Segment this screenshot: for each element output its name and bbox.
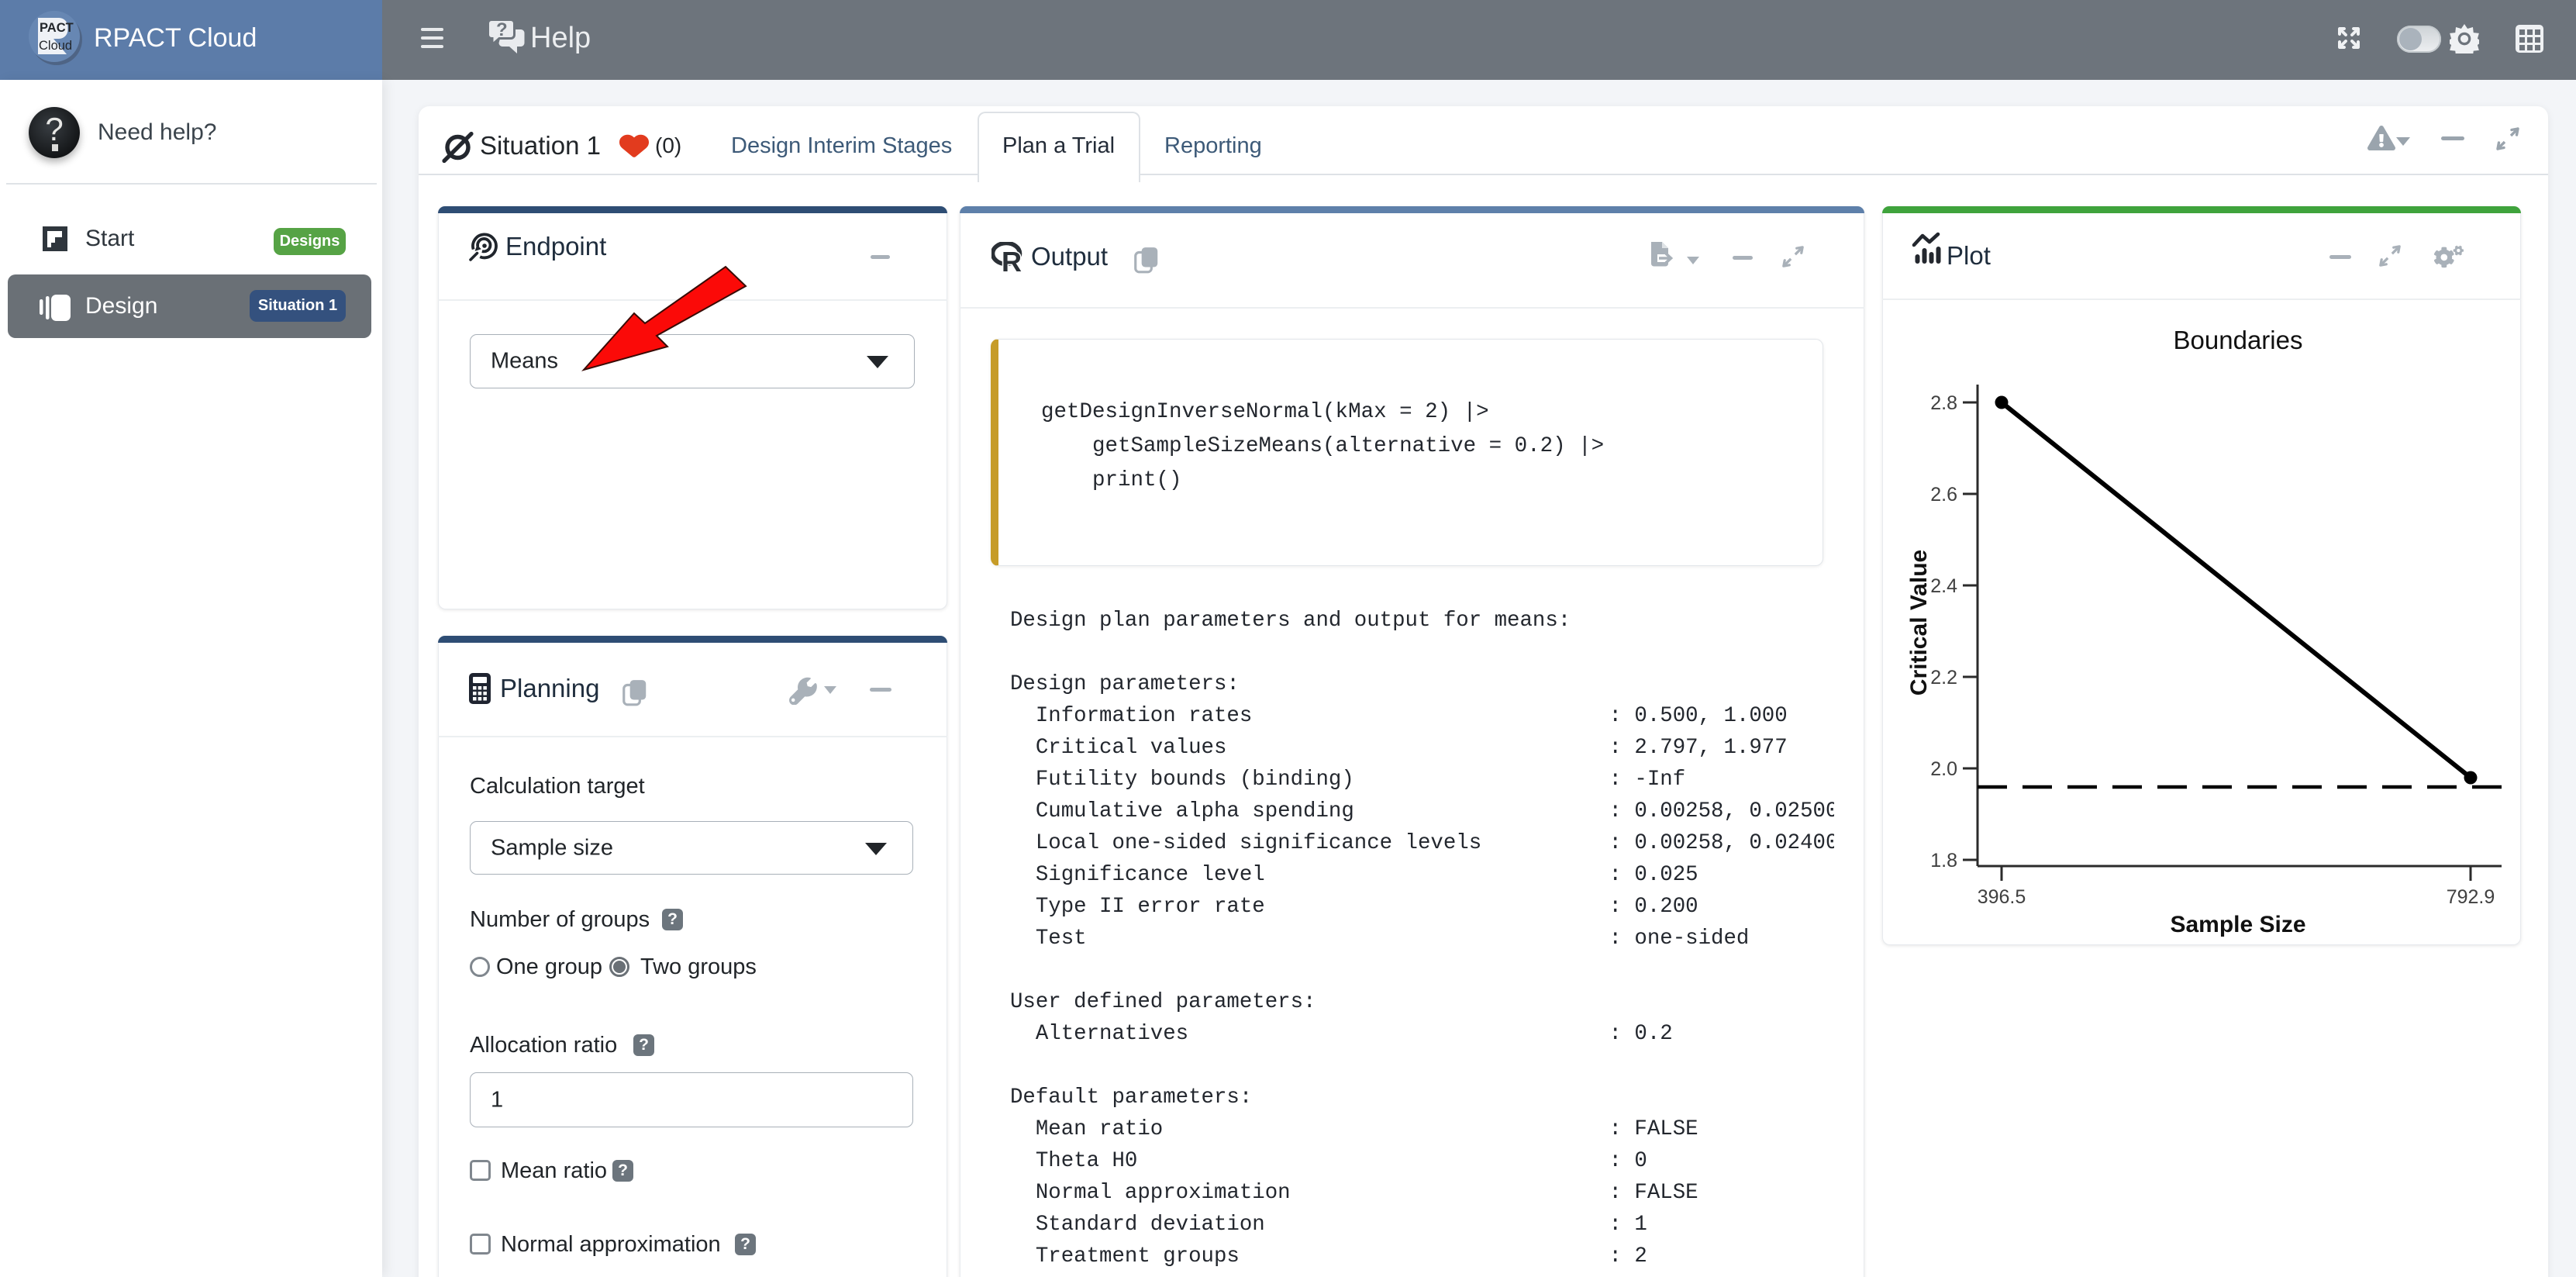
svg-text:2.6: 2.6 [1930, 484, 1957, 506]
svg-text:1.8: 1.8 [1930, 850, 1957, 871]
svg-text:2.2: 2.2 [1930, 667, 1957, 689]
svg-text:Sample Size: Sample Size [2170, 912, 2305, 937]
svg-text:2.4: 2.4 [1930, 575, 1957, 597]
svg-text:396.5: 396.5 [1978, 886, 2026, 908]
svg-text:Boundaries: Boundaries [2174, 326, 2303, 354]
svg-text:2.0: 2.0 [1930, 758, 1957, 780]
svg-text:792.9: 792.9 [2447, 886, 2495, 908]
svg-text:PACT: PACT [40, 21, 74, 35]
svg-text:?: ? [496, 19, 508, 40]
svg-text:2.8: 2.8 [1930, 392, 1957, 414]
svg-text:Cloud: Cloud [39, 39, 72, 53]
svg-text:R: R [1002, 246, 1022, 273]
svg-text:Critical Value: Critical Value [1906, 550, 1932, 695]
